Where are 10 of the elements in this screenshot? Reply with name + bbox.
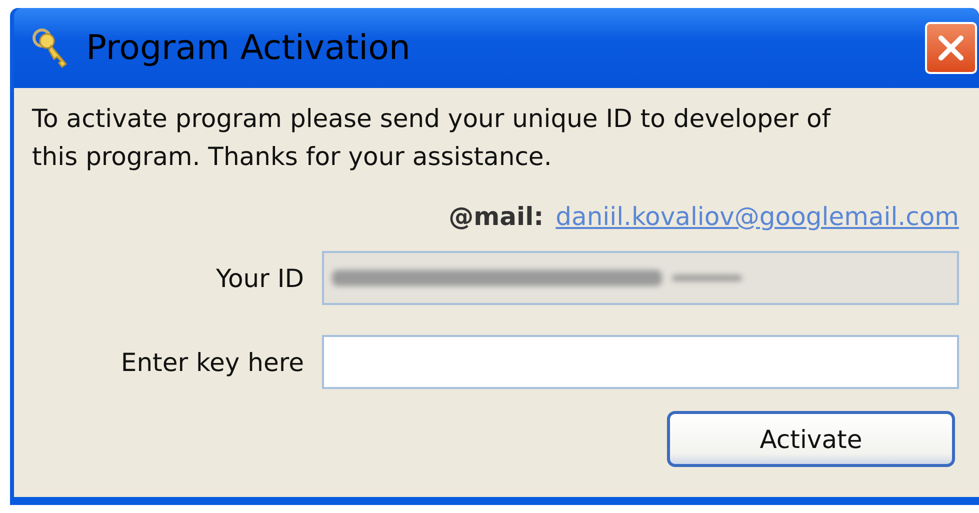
field-label: Enter key here <box>120 348 304 376</box>
field-label: Your ID <box>215 264 304 292</box>
window-title: Program Activation <box>86 28 412 68</box>
close-icon <box>936 33 966 63</box>
close-button[interactable] <box>925 22 977 74</box>
activate-button[interactable]: Activate <box>667 411 955 467</box>
mail-label: @mail: <box>448 202 544 231</box>
key-input-field[interactable] <box>322 335 959 389</box>
id-field[interactable] <box>322 251 959 305</box>
instruction-text: To activate program please send your unique ID to developer of this program. Thanks for your assistance. <box>32 103 832 173</box>
